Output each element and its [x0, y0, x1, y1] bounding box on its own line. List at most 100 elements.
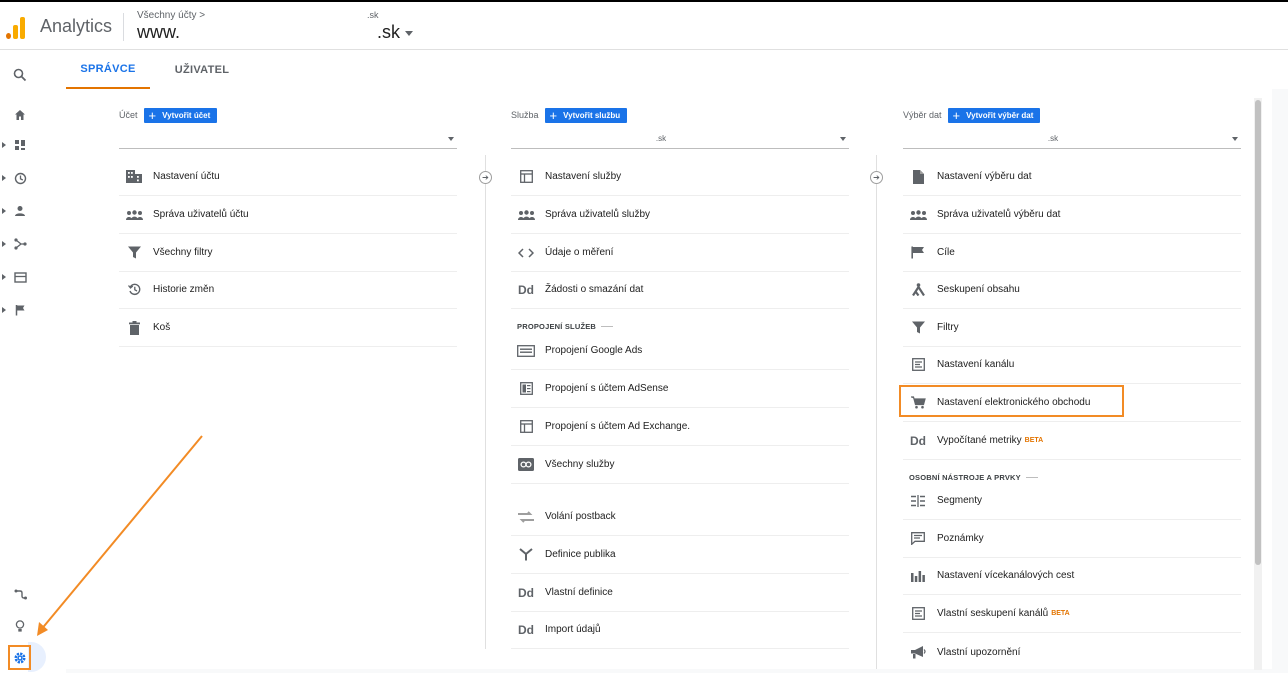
realtime-clock-icon[interactable]: [12, 170, 28, 186]
tab-spravce[interactable]: SPRÁVCE: [66, 51, 150, 89]
menu-item-label: Historie změn: [153, 284, 215, 295]
menu-item-label: Cíle: [937, 247, 955, 258]
expand-caret-icon[interactable]: [2, 241, 6, 247]
menu-item-ad-exchange-linking[interactable]: Propojení s účtem Ad Exchange.: [511, 408, 849, 446]
ad-exchange-icon: [517, 419, 535, 435]
scrollbar-thumb[interactable]: [1255, 100, 1261, 565]
discover-lightbulb-icon[interactable]: [12, 618, 28, 634]
menu-item-custom-alerts[interactable]: Vlastní upozornění: [903, 633, 1241, 671]
building-icon: [125, 169, 143, 185]
trash-icon: [125, 320, 143, 336]
menu-item-label: Volání postback: [545, 511, 616, 522]
create-view-button[interactable]: + Vytvořit výběr dat: [947, 107, 1041, 123]
content-grouping-icon: [909, 282, 927, 298]
menu-item-tracking-info[interactable]: Údaje o měření: [511, 234, 849, 272]
menu-item-multichannel-settings[interactable]: Nastavení vícekanálových cest: [903, 557, 1241, 595]
menu-item-annotations[interactable]: Poznámky: [903, 520, 1241, 558]
menu-item-segments[interactable]: Segmenty: [903, 482, 1241, 520]
menu-item-property-user-management[interactable]: Správa uživatelů služby: [511, 196, 849, 234]
menu-item-label: Správa uživatelů účtu: [153, 209, 249, 220]
menu-item-calculated-metrics[interactable]: Dd Vypočítané metriky BETA: [903, 422, 1241, 460]
menu-item-custom-definitions[interactable]: Dd Vlastní definice: [511, 574, 849, 612]
expand-caret-icon[interactable]: [2, 307, 6, 313]
app-name: Analytics: [40, 16, 113, 36]
menu-item-channel-settings[interactable]: Nastavení kanálu: [903, 346, 1241, 384]
chevron-down-icon[interactable]: [405, 31, 413, 36]
plus-icon: +: [952, 107, 961, 123]
create-property-label: Vytvořit službu: [563, 110, 621, 120]
menu-item-google-ads-linking[interactable]: Propojení Google Ads: [511, 332, 849, 370]
create-account-button[interactable]: + Vytvořit účet: [143, 107, 218, 123]
menu-item-label: Nastavení kanálu: [937, 359, 1015, 370]
postback-arrows-icon: [517, 509, 535, 525]
expand-caret-icon[interactable]: [2, 175, 6, 181]
menu-item-account-settings[interactable]: Nastavení účtu: [119, 158, 457, 196]
acquisition-icon[interactable]: [12, 236, 28, 252]
menu-item-label: Seskupení obsahu: [937, 284, 1020, 295]
expand-caret-icon[interactable]: [2, 208, 6, 214]
menu-item-data-deletion-requests[interactable]: Dd Žádosti o smazání dat: [511, 271, 849, 309]
menu-item-custom-channel-grouping[interactable]: Vlastní seskupení kanálů BETA: [903, 595, 1241, 633]
account-select[interactable]: [119, 129, 457, 149]
section-title-product-linking: PROPOJENÍ SLUŽEB: [517, 322, 614, 331]
header-divider: [123, 13, 124, 41]
menu-item-label: Nastavení vícekanálových cest: [937, 570, 1075, 581]
menu-item-filters[interactable]: Filtry: [903, 309, 1241, 347]
menu-item-goals[interactable]: Cíle: [903, 234, 1241, 272]
section-title-personal-tools: OSOBNÍ NÁSTROJE A PRVKY: [909, 473, 1038, 482]
view-label: Výběr dat: [903, 110, 942, 120]
menu-item-view-user-management[interactable]: Správa uživatelů výběru dat: [903, 196, 1241, 234]
property-layout-icon: [517, 169, 535, 185]
expand-caret-icon[interactable]: [2, 142, 6, 148]
menu-item-change-history[interactable]: Historie změn: [119, 271, 457, 309]
expand-caret-icon[interactable]: [2, 274, 6, 280]
chevron-down-icon: [448, 137, 454, 141]
column-divider: [485, 155, 486, 649]
menu-item-label: Vypočítané metriky: [937, 435, 1022, 446]
menu-item-all-products[interactable]: Všechny služby: [511, 446, 849, 484]
menu-item-audience-definitions[interactable]: Definice publika: [511, 536, 849, 574]
view-select[interactable]: .sk: [903, 129, 1241, 149]
customization-icon[interactable]: [12, 137, 28, 153]
analytics-logo-icon[interactable]: [6, 15, 26, 39]
menu-item-all-filters[interactable]: Všechny filtry: [119, 234, 457, 272]
filter-icon: [125, 245, 143, 261]
conversions-flag-icon[interactable]: [12, 302, 28, 318]
create-property-button[interactable]: + Vytvořit službu: [544, 107, 628, 123]
adsense-icon: [517, 381, 535, 397]
menu-item-label: Propojení Google Ads: [545, 345, 643, 356]
create-account-label: Vytvořit účet: [162, 110, 211, 120]
property-selector[interactable]: .sk: [377, 22, 400, 43]
flag-icon: [909, 245, 927, 261]
menu-item-content-grouping[interactable]: Seskupení obsahu: [903, 271, 1241, 309]
menu-item-label: Vlastní upozornění: [937, 646, 1021, 658]
menu-item-property-settings[interactable]: Nastavení služby: [511, 158, 849, 196]
menu-item-trash[interactable]: Koš: [119, 309, 457, 347]
property-small-label: .sk: [367, 10, 379, 20]
create-view-label: Vytvořit výběr dat: [966, 110, 1034, 120]
account-selector[interactable]: www.: [137, 22, 180, 43]
menu-item-account-user-management[interactable]: Správa uživatelů účtu: [119, 196, 457, 234]
menu-item-label: Nastavení účtu: [153, 171, 220, 182]
menu-item-label: Propojení s účtem AdSense: [545, 383, 669, 394]
menu-item-data-import[interactable]: Dd Import údajů: [511, 611, 849, 649]
menu-item-label: Import údajů: [545, 624, 601, 635]
audience-fork-icon: [517, 547, 535, 563]
menu-item-view-settings[interactable]: Nastavení výběru dat: [903, 158, 1241, 196]
menu-item-label: Poznámky: [937, 533, 984, 544]
tab-uzivatel[interactable]: UŽIVATEL: [162, 51, 242, 89]
menu-item-adsense-linking[interactable]: Propojení s účtem AdSense: [511, 370, 849, 408]
attribution-icon[interactable]: [12, 586, 28, 602]
menu-item-label: Všechny filtry: [153, 247, 213, 258]
admin-panel: Účet + Vytvořit účet Nastavení účtu Správ…: [66, 89, 1272, 669]
behavior-icon[interactable]: [12, 269, 28, 285]
audience-person-icon[interactable]: [12, 203, 28, 219]
left-nav-rail: [0, 51, 38, 673]
search-icon[interactable]: [12, 67, 28, 83]
menu-item-postbacks[interactable]: Volání postback: [511, 498, 849, 536]
breadcrumb-all-accounts[interactable]: Všechny účty >: [137, 10, 205, 21]
home-icon[interactable]: [12, 107, 28, 123]
arrow-right-circle-icon: ➔: [870, 171, 883, 184]
property-select[interactable]: .sk: [511, 129, 849, 149]
admin-gear-icon[interactable]: [8, 645, 31, 670]
